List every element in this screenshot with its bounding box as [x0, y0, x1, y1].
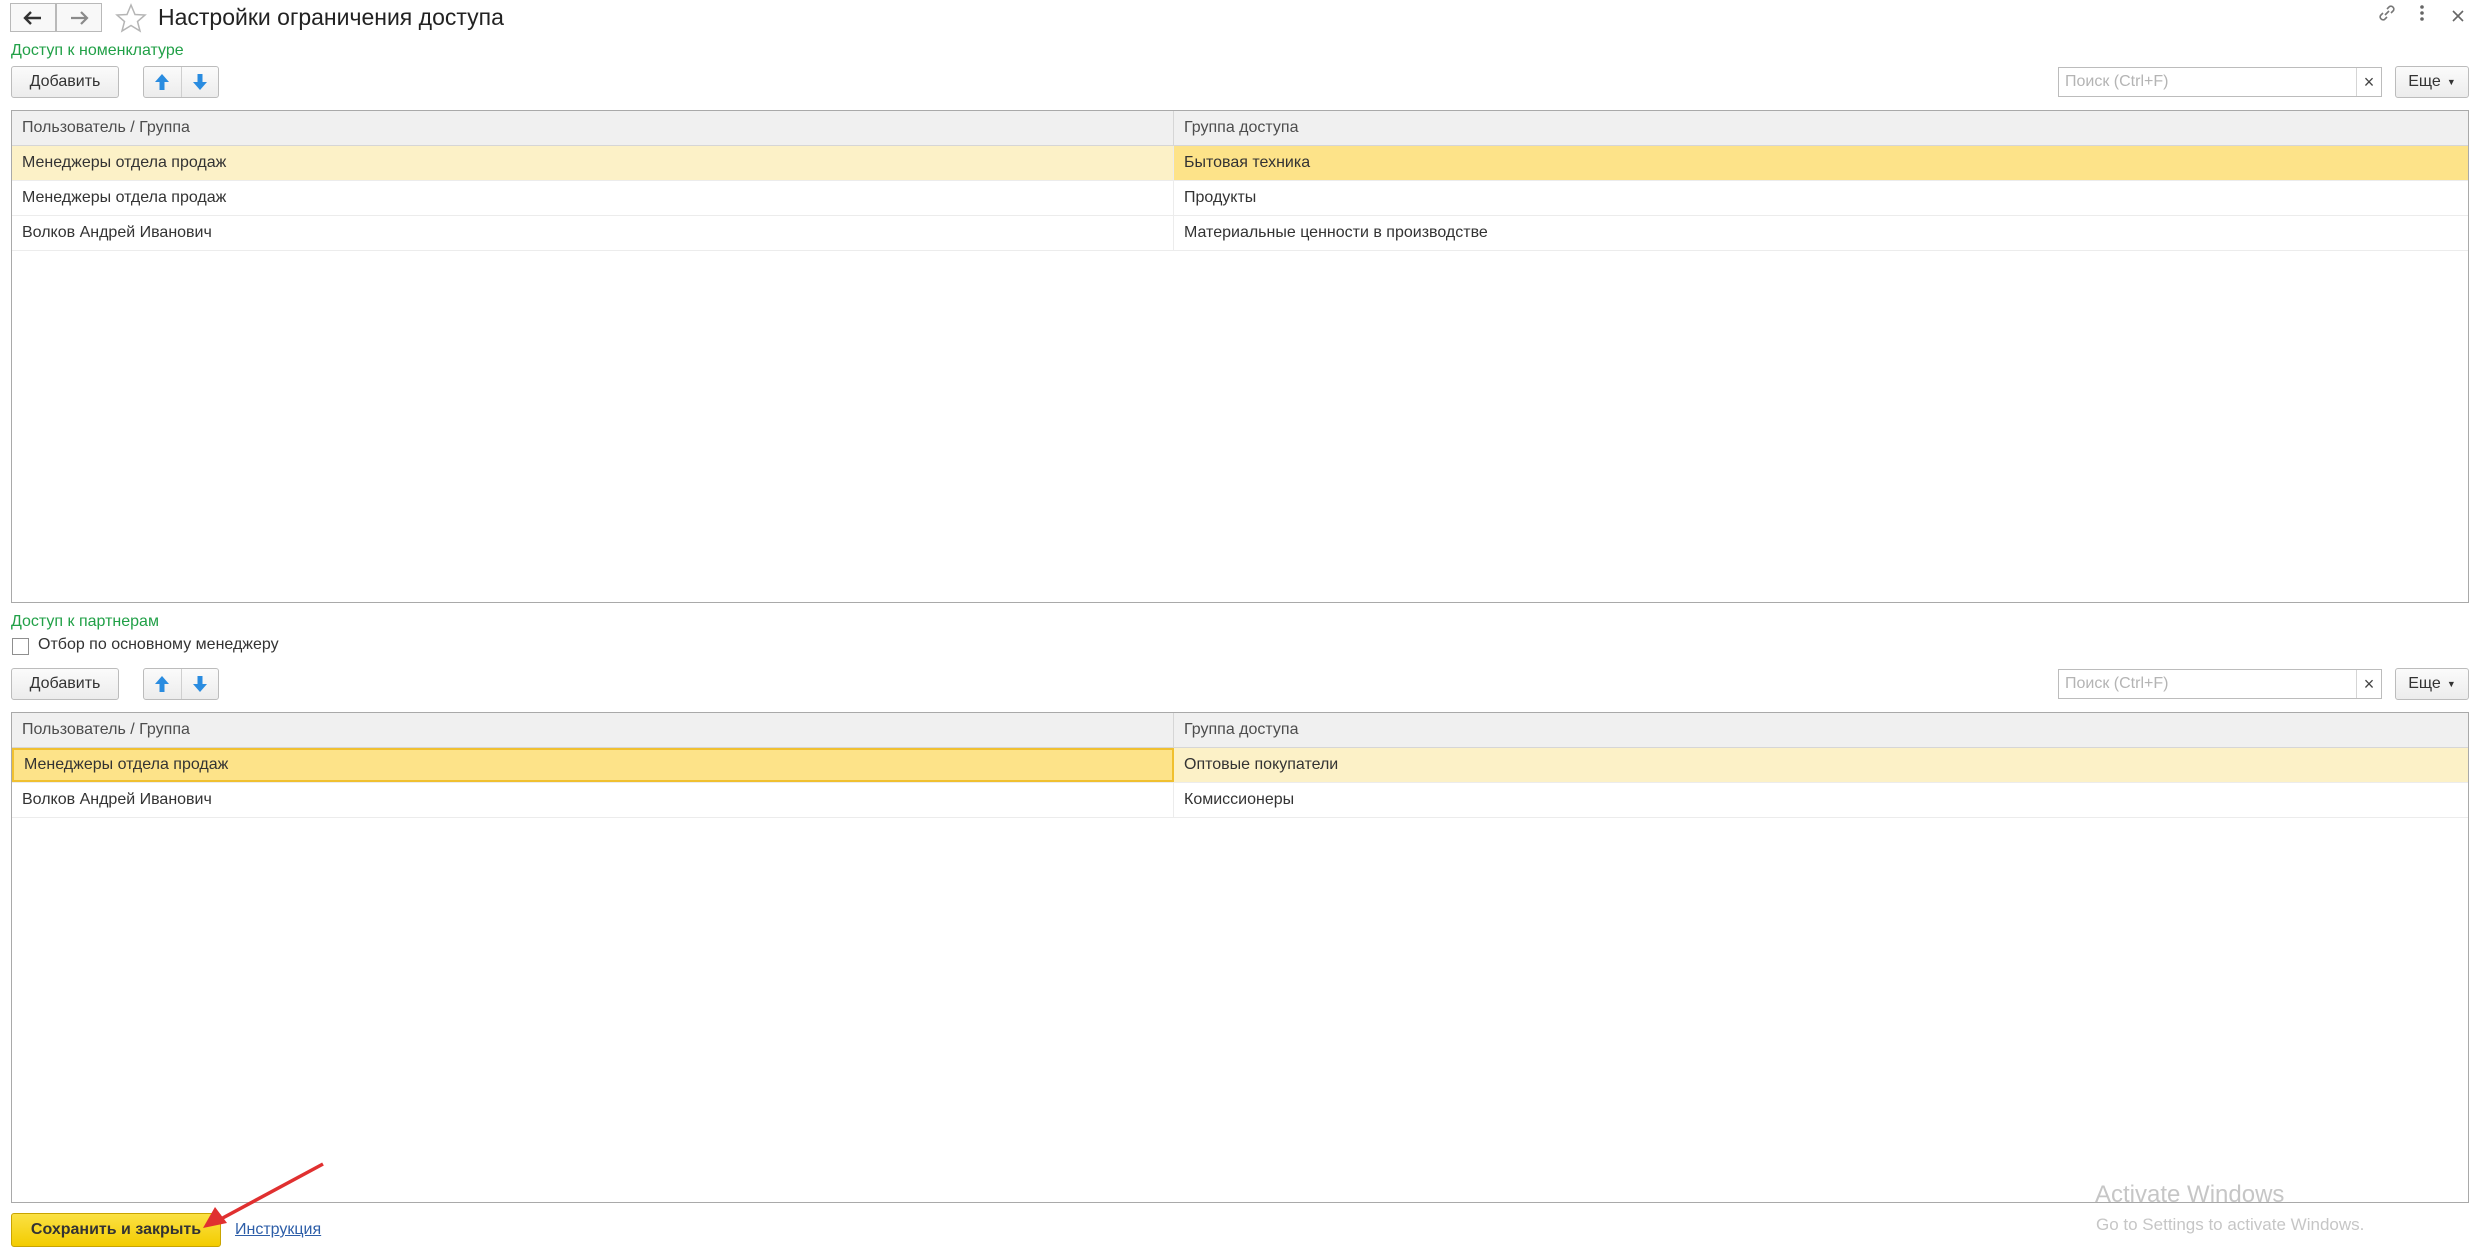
- close-icon: [2452, 10, 2464, 22]
- column-header-user[interactable]: Пользователь / Группа: [12, 713, 1174, 747]
- partners-search: ×: [2058, 669, 2382, 699]
- arrow-down-icon: [192, 74, 207, 90]
- activate-windows-title: Activate Windows: [2095, 1181, 2285, 1208]
- activate-windows-subtitle: Go to Settings to activate Windows.: [2096, 1215, 2365, 1234]
- cell-access-group[interactable]: Продукты: [1174, 181, 2468, 215]
- cell-user[interactable]: Волков Андрей Иванович: [12, 216, 1174, 250]
- save-and-close-button[interactable]: Сохранить и закрыть: [11, 1213, 221, 1247]
- partners-search-clear-button[interactable]: ×: [2356, 670, 2381, 698]
- annotation-arrow-icon: [203, 1162, 324, 1228]
- table-header: Пользователь / Группа Группа доступа: [12, 111, 2468, 146]
- arrow-up-icon: [155, 676, 170, 692]
- chevron-down-icon: ▼: [2446, 679, 2456, 689]
- partners-table[interactable]: Пользователь / Группа Группа доступа Мен…: [11, 712, 2469, 1203]
- nomenclature-table[interactable]: Пользователь / Группа Группа доступа Мен…: [11, 110, 2469, 603]
- cell-access-group[interactable]: Материальные ценности в производстве: [1174, 216, 2468, 250]
- main-manager-filter-label[interactable]: Отбор по основному менеджеру: [38, 636, 279, 654]
- arrow-left-icon: [23, 10, 41, 25]
- link-button[interactable]: [2372, 3, 2402, 30]
- table-row[interactable]: Менеджеры отдела продаж Оптовые покупате…: [12, 748, 2468, 783]
- cell-access-group[interactable]: Оптовые покупатели: [1174, 748, 2468, 782]
- star-icon: [115, 3, 147, 33]
- cell-user[interactable]: Менеджеры отдела продаж: [12, 146, 1174, 180]
- table-row[interactable]: Волков Андрей Иванович Комиссионеры: [12, 783, 2468, 818]
- cell-user[interactable]: Менеджеры отдела продаж: [12, 181, 1174, 215]
- table-header: Пользователь / Группа Группа доступа: [12, 713, 2468, 748]
- close-button[interactable]: [2448, 3, 2468, 29]
- more-label: Еще: [2408, 73, 2441, 90]
- arrow-down-icon: [192, 676, 207, 692]
- nomenclature-move-buttons: [143, 66, 219, 98]
- column-header-access-group[interactable]: Группа доступа: [1174, 713, 2468, 747]
- move-down-button[interactable]: [180, 67, 219, 97]
- chevron-down-icon: ▼: [2446, 77, 2456, 87]
- nomenclature-search: ×: [2058, 67, 2382, 97]
- arrow-right-icon: [71, 10, 89, 25]
- nomenclature-search-clear-button[interactable]: ×: [2356, 68, 2381, 96]
- favorite-star-button[interactable]: [115, 3, 147, 33]
- arrow-up-icon: [155, 74, 170, 90]
- back-button[interactable]: [10, 3, 56, 32]
- cell-user[interactable]: Волков Андрей Иванович: [12, 783, 1174, 817]
- table-row[interactable]: Волков Андрей Иванович Материальные ценн…: [12, 216, 2468, 251]
- more-menu-button[interactable]: [2412, 3, 2432, 29]
- main-manager-filter-checkbox[interactable]: [12, 638, 29, 655]
- move-up-button[interactable]: [144, 669, 181, 699]
- partners-move-buttons: [143, 668, 219, 700]
- move-down-button[interactable]: [180, 669, 219, 699]
- nomenclature-add-button[interactable]: Добавить: [11, 66, 119, 98]
- partners-add-button[interactable]: Добавить: [11, 668, 119, 700]
- cell-user[interactable]: Менеджеры отдела продаж: [12, 748, 1174, 782]
- cell-access-group[interactable]: Бытовая техника: [1174, 146, 2468, 180]
- page-title: Настройки ограничения доступа: [158, 4, 504, 30]
- nomenclature-more-button[interactable]: Еще ▼: [2395, 66, 2469, 98]
- partners-search-input[interactable]: [2059, 671, 2356, 697]
- move-up-button[interactable]: [144, 67, 181, 97]
- forward-button[interactable]: [56, 3, 102, 32]
- table-row[interactable]: Менеджеры отдела продаж Бытовая техника: [12, 146, 2468, 181]
- partners-more-button[interactable]: Еще ▼: [2395, 668, 2469, 700]
- partners-section-label: Доступ к партнерам: [11, 613, 159, 630]
- link-icon: [2379, 5, 2395, 21]
- more-vertical-icon: [2420, 5, 2424, 21]
- column-header-access-group[interactable]: Группа доступа: [1174, 111, 2468, 145]
- nomenclature-search-input[interactable]: [2059, 69, 2356, 95]
- column-header-user[interactable]: Пользователь / Группа: [12, 111, 1174, 145]
- cell-access-group[interactable]: Комиссионеры: [1174, 783, 2468, 817]
- nomenclature-section-label: Доступ к номенклатуре: [11, 42, 184, 59]
- more-label: Еще: [2408, 675, 2441, 692]
- table-row[interactable]: Менеджеры отдела продаж Продукты: [12, 181, 2468, 216]
